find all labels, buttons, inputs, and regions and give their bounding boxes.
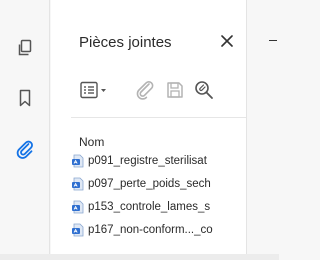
save-attachment-icon — [167, 82, 183, 98]
attachment-file-icon — [71, 200, 85, 214]
navigation-rail — [0, 0, 50, 260]
document-area — [248, 0, 279, 260]
list-options-icon — [80, 81, 106, 99]
attachment-file-icon — [71, 154, 85, 168]
search-attachment-icon — [195, 81, 213, 99]
pages-button[interactable] — [13, 36, 37, 60]
attachment-name: p091_registre_sterilisat — [88, 154, 207, 167]
attachments-button[interactable] — [13, 137, 37, 161]
open-attachment-button[interactable] — [133, 78, 157, 102]
attachment-row[interactable]: p097_perte_poids_sech — [71, 172, 246, 195]
save-attachment-button[interactable] — [163, 78, 187, 102]
bookmarks-button[interactable] — [13, 86, 37, 110]
attachment-file-icon — [71, 177, 85, 191]
toolbar-divider — [71, 117, 246, 118]
attachment-name: p097_perte_poids_sech — [88, 177, 211, 190]
attachments-toolbar — [79, 78, 246, 102]
paperclip-icon — [16, 140, 33, 159]
close-panel-button[interactable] — [218, 32, 236, 50]
attachment-list: p091_registre_sterilisat p097_perte_poid… — [71, 149, 246, 241]
attachment-name: p167_non-conform..._co — [88, 223, 213, 236]
document-edge-line — [269, 40, 277, 41]
options-dropdown-button[interactable] — [79, 78, 109, 102]
bookmark-icon — [19, 89, 31, 107]
attachment-row[interactable]: p153_controle_lames_s — [71, 195, 246, 218]
chevron-down-icon — [101, 89, 106, 92]
open-attachment-icon — [136, 80, 154, 100]
attachment-row[interactable]: p167_non-conform..._co — [71, 218, 246, 241]
close-icon — [221, 35, 233, 47]
pages-icon — [18, 39, 32, 56]
attachments-panel: Pièces jointes Nom p091_registre_sterili… — [51, 0, 247, 260]
name-column-header[interactable]: Nom — [79, 135, 104, 149]
attachment-file-icon — [71, 223, 85, 237]
attachment-name: p153_controle_lames_s — [88, 200, 211, 213]
attachment-row[interactable]: p091_registre_sterilisat — [71, 149, 246, 172]
bottom-strip — [0, 254, 279, 260]
panel-title: Pièces jointes — [79, 34, 172, 51]
search-attachment-button[interactable] — [191, 78, 217, 102]
